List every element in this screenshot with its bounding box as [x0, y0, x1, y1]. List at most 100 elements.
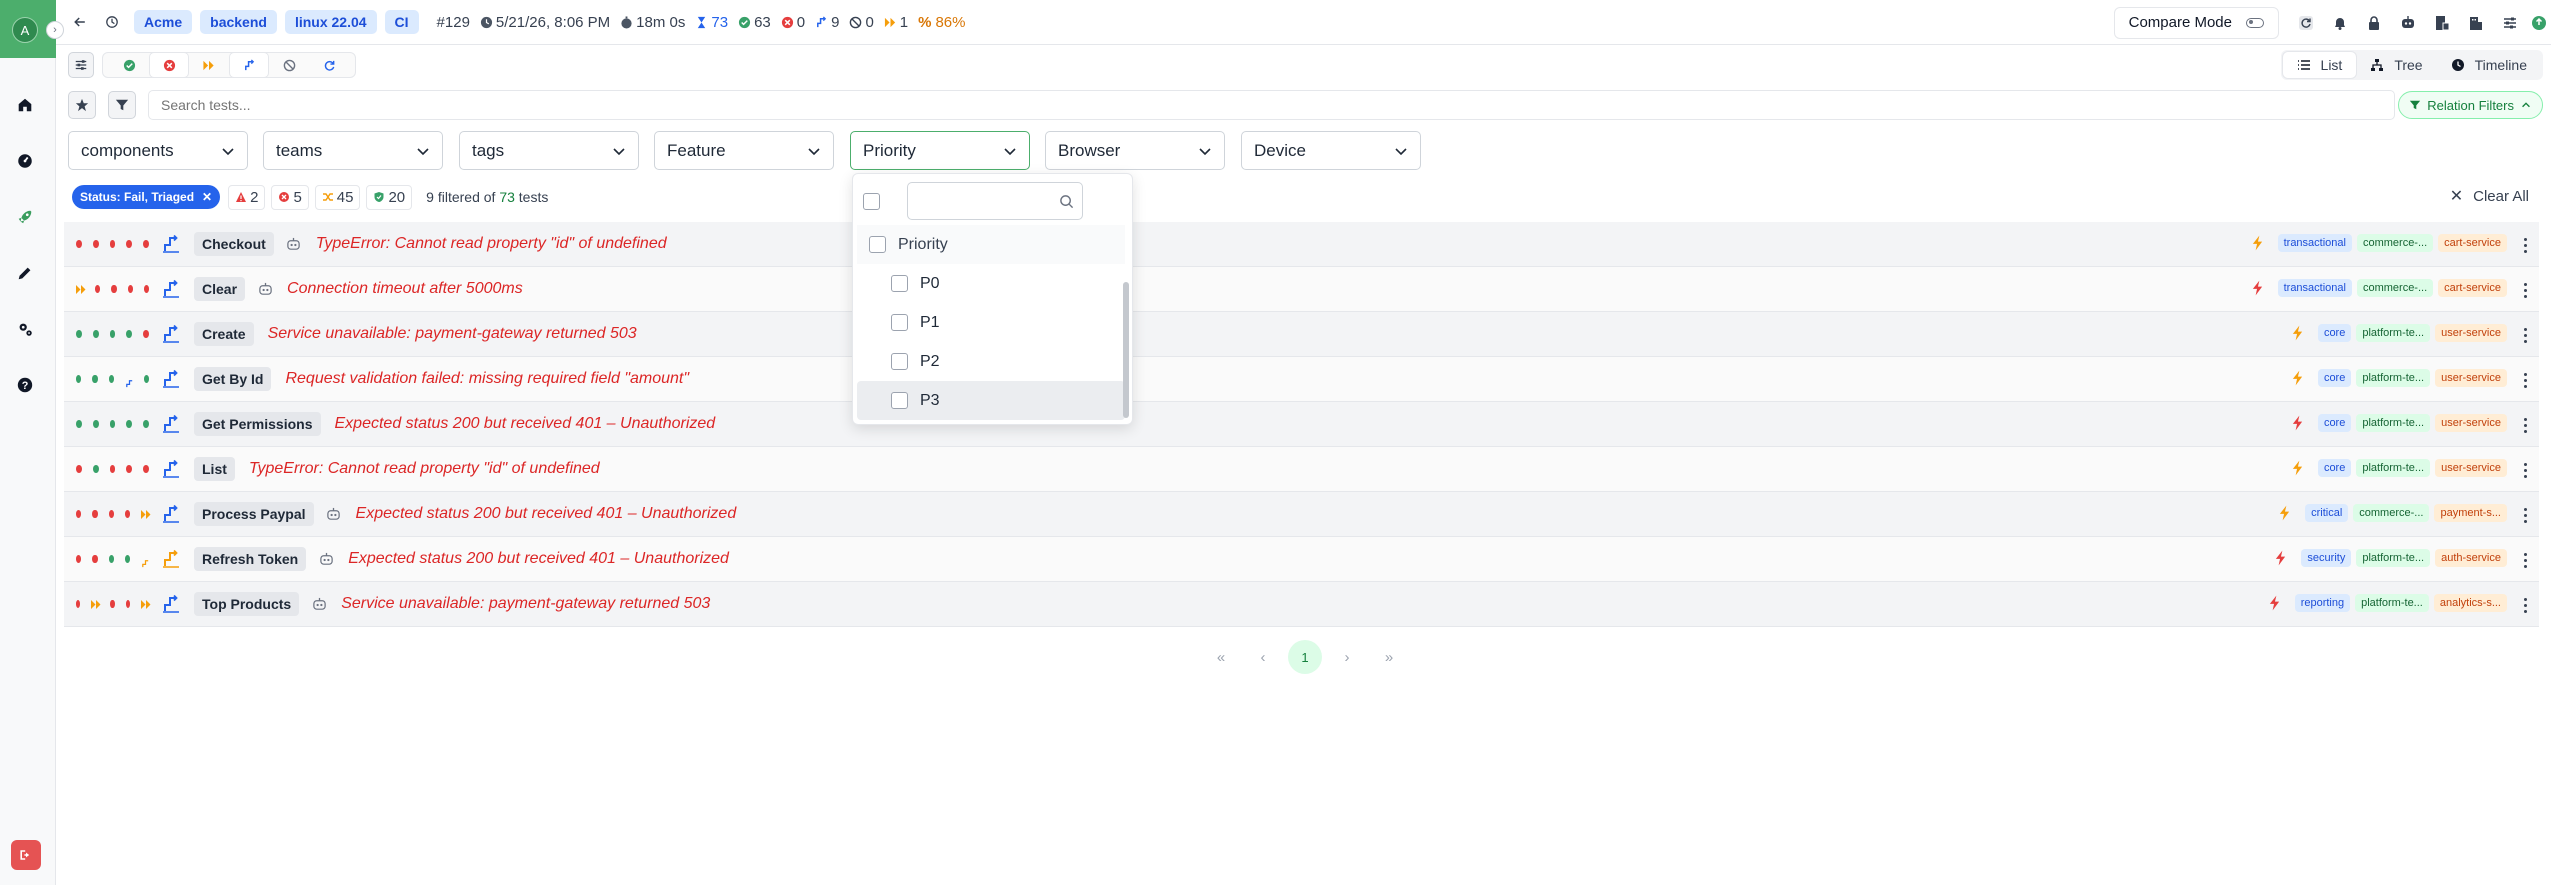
next-page-icon[interactable]: › — [1330, 640, 1364, 674]
priority-search-input[interactable] — [907, 182, 1083, 220]
test-name[interactable]: Create — [194, 322, 254, 346]
more-options-icon[interactable] — [2517, 460, 2533, 480]
passed-filter-icon[interactable] — [109, 52, 149, 78]
table-row[interactable]: Refresh Token Expected status 200 but re… — [64, 537, 2539, 582]
warning-count-badge[interactable]: 2 — [228, 184, 266, 210]
priority-option-p0[interactable]: P0 — [857, 264, 1125, 303]
more-options-icon[interactable] — [2517, 415, 2533, 435]
filter-button[interactable] — [108, 91, 136, 119]
tag[interactable]: commerce-... — [2353, 504, 2430, 522]
priority-group-header[interactable]: Priority — [857, 225, 1125, 264]
logout-button[interactable] — [11, 840, 41, 870]
favorites-button[interactable] — [68, 91, 96, 119]
more-options-icon[interactable] — [2517, 505, 2533, 525]
test-name[interactable]: Top Products — [194, 592, 300, 616]
checkbox[interactable] — [891, 353, 908, 370]
tag[interactable]: commerce-... — [2356, 279, 2434, 297]
checkbox[interactable] — [891, 275, 908, 292]
tag[interactable]: commerce-... — [2356, 234, 2434, 252]
teams-dropdown[interactable]: teams — [263, 131, 443, 170]
table-row[interactable]: Top Products Service unavailable: paymen… — [64, 582, 2539, 627]
test-name[interactable]: List — [194, 457, 235, 481]
sliders-icon[interactable] — [2493, 6, 2527, 40]
flaky-filter-icon[interactable] — [229, 52, 269, 78]
tag[interactable]: core — [2317, 324, 2352, 342]
checkbox[interactable] — [891, 392, 908, 409]
components-dropdown[interactable]: components — [68, 131, 248, 170]
dashboard-gauge-icon[interactable] — [14, 150, 36, 172]
tag[interactable]: core — [2317, 459, 2352, 477]
retried-filter-icon[interactable] — [189, 52, 229, 78]
table-row[interactable]: Process Paypal Expected status 200 but r… — [64, 492, 2539, 537]
compare-mode-toggle[interactable]: Compare Mode — [2113, 6, 2279, 39]
flaky-count-badge[interactable]: 45 — [314, 184, 361, 210]
scrollbar[interactable] — [1123, 282, 1129, 418]
tag[interactable]: user-service — [2435, 324, 2507, 342]
test-name[interactable]: Refresh Token — [194, 547, 307, 571]
tag[interactable]: auth-service — [2435, 549, 2507, 567]
tag[interactable]: core — [2317, 369, 2352, 387]
breadcrumb-project[interactable]: backend — [200, 10, 277, 34]
tag[interactable]: security — [2301, 549, 2352, 567]
bell-icon[interactable] — [2323, 6, 2357, 40]
breadcrumb-org[interactable]: Acme — [134, 10, 193, 34]
skipped-filter-icon[interactable] — [269, 52, 309, 78]
refresh-icon[interactable] — [2289, 6, 2323, 40]
tag[interactable]: cart-service — [2438, 279, 2507, 297]
tag[interactable]: platform-te... — [2356, 549, 2431, 567]
test-name[interactable]: Process Paypal — [194, 502, 314, 526]
table-row[interactable]: Clear Connection timeout after 5000ms tr… — [64, 267, 2539, 312]
tag[interactable]: platform-te... — [2356, 414, 2431, 432]
rocket-icon[interactable] — [14, 206, 36, 228]
priority-option-p3[interactable]: P3 — [857, 381, 1125, 420]
rerun-filter-icon[interactable] — [309, 52, 349, 78]
status-filter-chip[interactable]: Status: Fail, Triaged ✕ — [72, 185, 221, 209]
tag[interactable]: platform-te... — [2356, 369, 2431, 387]
tag[interactable]: user-service — [2435, 414, 2507, 432]
tag[interactable]: platform-te... — [2355, 594, 2429, 612]
tab-timeline[interactable]: Timeline — [2437, 52, 2541, 78]
tag[interactable]: reporting — [2294, 594, 2351, 612]
tag[interactable]: transactional — [2277, 234, 2352, 252]
device-dropdown[interactable]: Device — [1241, 131, 1421, 170]
failed-filter-icon[interactable] — [149, 52, 189, 78]
last-page-icon[interactable]: » — [1372, 640, 1406, 674]
tag[interactable]: analytics-s... — [2433, 594, 2507, 612]
filter-settings-icon[interactable] — [68, 52, 94, 78]
more-options-icon[interactable] — [2517, 550, 2533, 570]
tag[interactable]: user-service — [2435, 459, 2507, 477]
robot-icon[interactable] — [2391, 6, 2425, 40]
test-name[interactable]: Clear — [194, 277, 246, 301]
tag[interactable]: platform-te... — [2356, 324, 2431, 342]
select-all-checkbox[interactable] — [863, 192, 880, 210]
help-icon[interactable]: ? — [14, 374, 36, 396]
clear-all-button[interactable]: ✕ Clear All — [2450, 186, 2529, 206]
home-icon[interactable] — [14, 94, 36, 116]
status-online-icon[interactable] — [2527, 6, 2551, 40]
tag[interactable]: platform-te... — [2356, 459, 2431, 477]
failed-count-badge[interactable]: 5 — [271, 184, 309, 210]
tags-dropdown[interactable]: tags — [459, 131, 639, 170]
tag[interactable]: payment-s... — [2434, 504, 2507, 522]
test-name[interactable]: Get Permissions — [194, 412, 321, 436]
table-row[interactable]: Get Permissions Expected status 200 but … — [64, 402, 2539, 447]
history-icon[interactable] — [98, 8, 126, 36]
checkbox[interactable] — [891, 314, 908, 331]
table-row[interactable]: List TypeError: Cannot read property "id… — [64, 447, 2539, 492]
more-options-icon[interactable] — [2517, 370, 2533, 390]
test-name[interactable]: Get By Id — [194, 367, 272, 391]
pencil-icon[interactable] — [14, 262, 36, 284]
test-name[interactable]: Checkout — [194, 232, 274, 256]
table-row[interactable]: Create Service unavailable: payment-gate… — [64, 312, 2539, 357]
more-options-icon[interactable] — [2517, 280, 2533, 300]
more-options-icon[interactable] — [2517, 595, 2533, 615]
tab-tree[interactable]: Tree — [2356, 52, 2436, 78]
tag[interactable]: user-service — [2435, 369, 2507, 387]
tab-list[interactable]: List — [2282, 52, 2357, 78]
prev-page-icon[interactable]: ‹ — [1246, 640, 1280, 674]
close-icon[interactable]: ✕ — [202, 190, 212, 204]
lock-icon[interactable] — [2357, 6, 2391, 40]
settings-gears-icon[interactable] — [14, 318, 36, 340]
back-arrow-icon[interactable] — [66, 8, 94, 36]
passed-count-badge[interactable]: 20 — [366, 184, 413, 210]
